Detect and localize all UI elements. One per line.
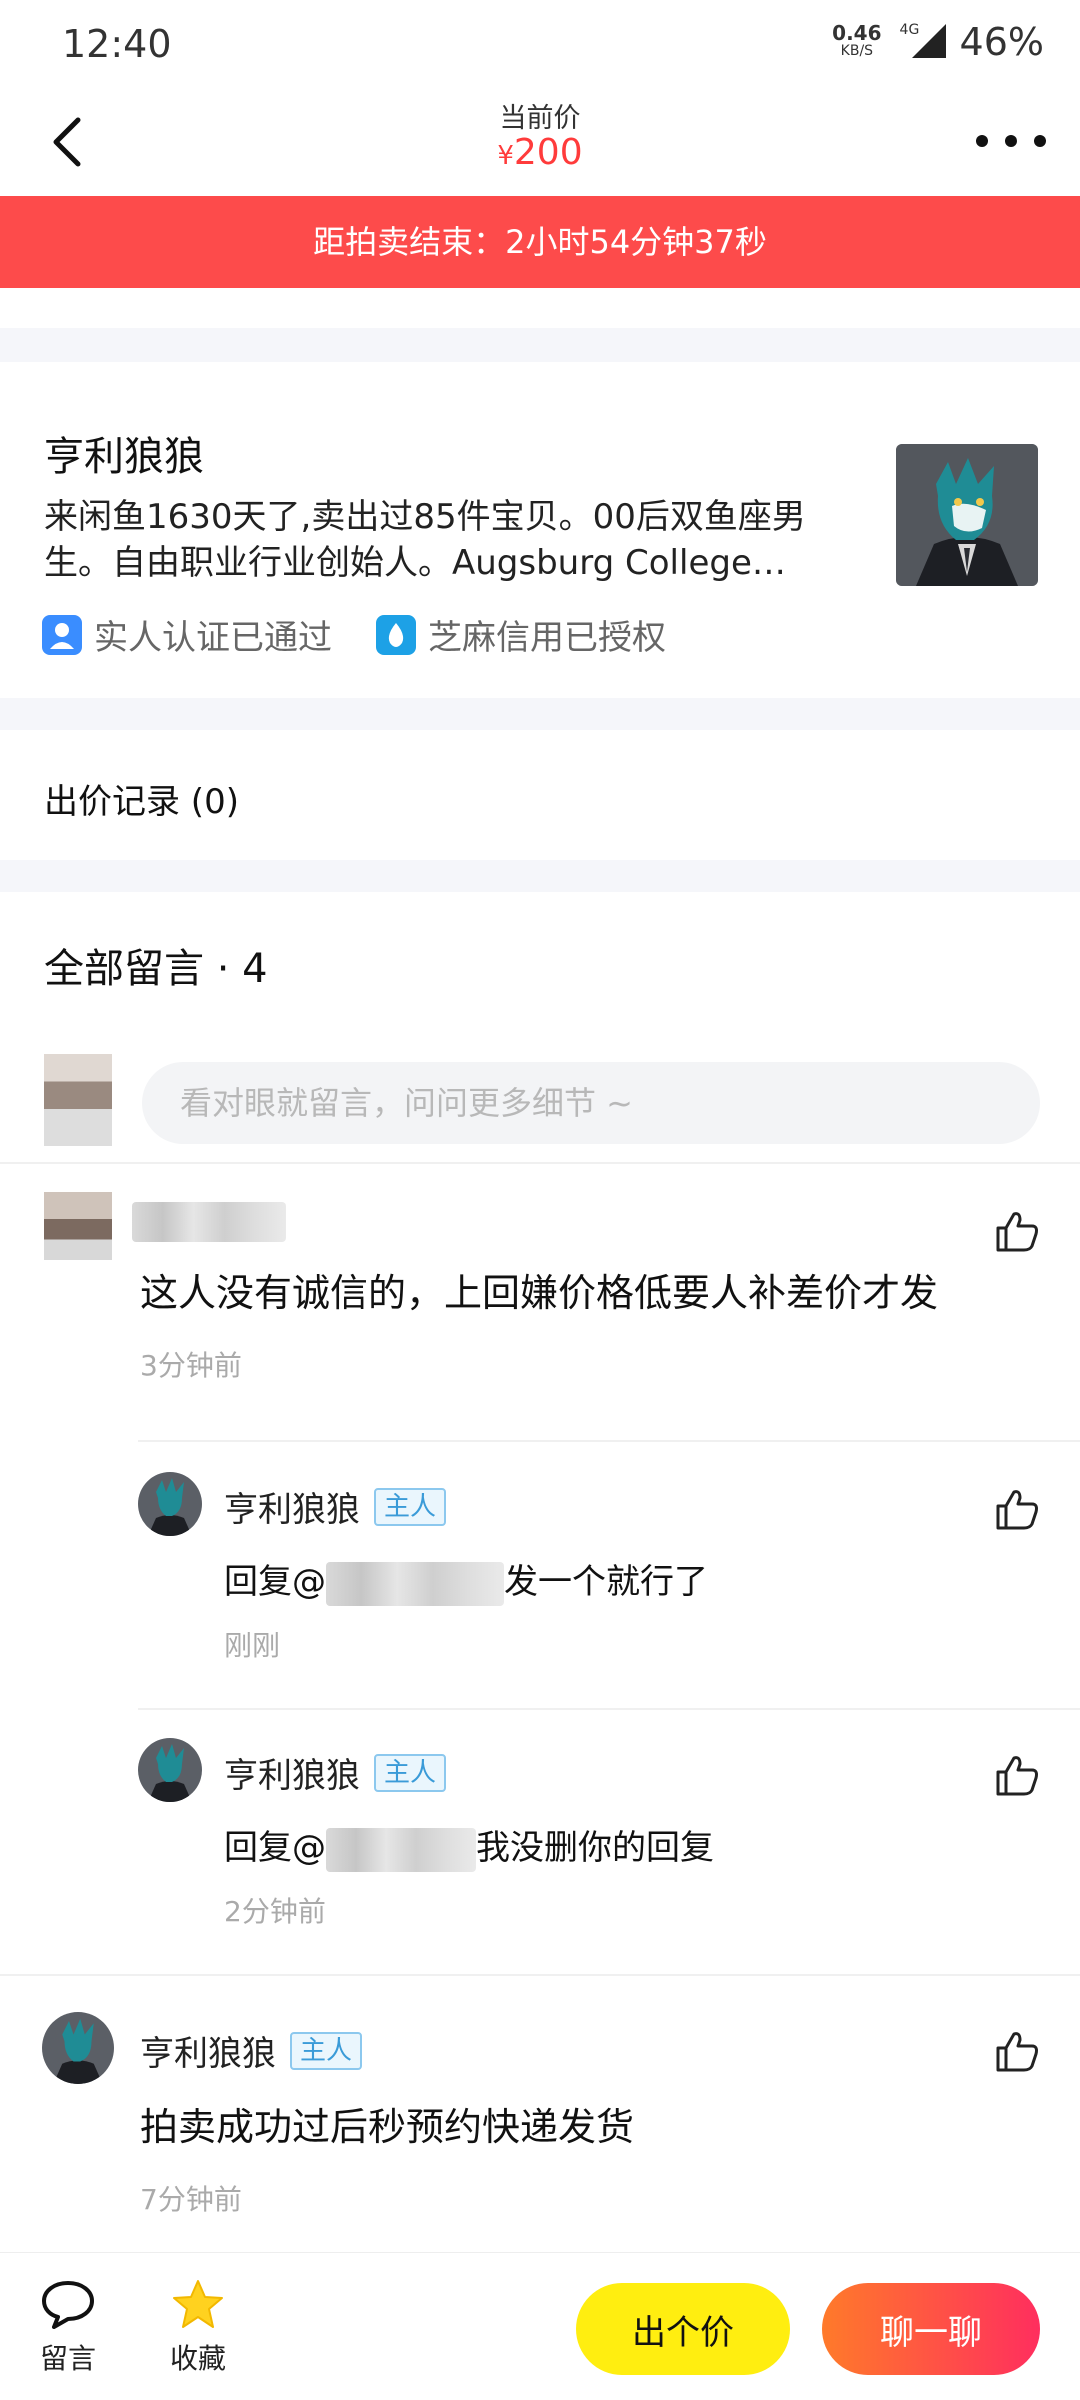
replier-name-label: 亨利狼狼 [224, 1490, 360, 1530]
chat-bubble-icon [42, 2281, 94, 2329]
status-time: 12:40 [62, 22, 172, 66]
section-gap [0, 860, 1080, 892]
divider [138, 1440, 1080, 1442]
current-price: ¥200 [0, 132, 1080, 173]
user-avatar [44, 1054, 112, 1146]
battery-level: 46% [959, 20, 1044, 64]
bid-records-row[interactable]: 出价记录 (0) [0, 730, 1080, 860]
badge-real-name-label: 实人认证已通过 [94, 618, 332, 658]
comment-item: 亨利狼狼 主人 拍卖成功过后秒预约快递发货 7分钟前 [0, 2012, 1080, 2216]
comment-item: 这人没有诚信的，上回嫌价格低要人补差价才发 3分钟前 [0, 1192, 1080, 1382]
comment-input[interactable] [142, 1062, 1040, 1144]
currency-symbol: ¥ [497, 141, 514, 171]
reply-body: 发一个就行了 [504, 1562, 708, 1602]
divider [138, 1708, 1080, 1710]
seller-description: 来闲鱼1630天了,卖出过85件宝贝。00后双鱼座男生。自由职业行业创始人。Au… [44, 497, 806, 583]
header: 当前价 ¥200 [0, 90, 1080, 196]
like-thumb-icon[interactable] [994, 2028, 1040, 2074]
reply-time: 2分钟前 [224, 1895, 326, 1928]
badge-real-name[interactable]: 实人认证已通过 [42, 610, 332, 659]
section-gap [0, 698, 1080, 730]
replier-name: 亨利狼狼 主人 [224, 1748, 447, 1797]
reply-text: 回复@ 我没删你的回复 [224, 1820, 714, 1872]
star-icon [173, 2280, 223, 2328]
seller-name: 亨利狼狼 [44, 434, 204, 480]
commenter-name: 亨利狼狼 主人 [140, 2026, 363, 2075]
reply-prefix: 回复@ [224, 1828, 326, 1868]
comment-tab[interactable]: 留言 [40, 2279, 96, 2377]
bid-records-label: 出价记录 (0) [44, 782, 239, 822]
commenter-avatar[interactable] [44, 1192, 112, 1260]
owner-tag: 主人 [374, 1753, 447, 1792]
reply-prefix: 回复@ [224, 1562, 326, 1602]
like-thumb-icon[interactable] [994, 1486, 1040, 1532]
seller-avatar-small[interactable] [138, 1738, 202, 1802]
commenter-name-label: 亨利狼狼 [140, 2034, 276, 2074]
reply-body: 我没删你的回复 [476, 1828, 714, 1868]
comment-tab-label: 留言 [40, 2342, 97, 2375]
reply-time: 刚刚 [224, 1629, 281, 1662]
like-thumb-icon[interactable] [994, 1752, 1040, 1798]
more-options-icon[interactable] [976, 126, 1046, 156]
reply-item: 亨利狼狼 主人 回复@ 发一个就行了 刚刚 [0, 1472, 1080, 1692]
comment-text: 这人没有诚信的，上回嫌价格低要人补差价才发 [140, 1271, 939, 1315]
sesame-credit-icon [376, 614, 416, 655]
like-thumb-icon[interactable] [994, 1208, 1040, 1254]
commenter-name-blurred [132, 1202, 286, 1242]
seller-avatar[interactable] [896, 444, 1038, 586]
section-gap [0, 288, 1080, 362]
divider [0, 1974, 1080, 1976]
status-indicators: 0.46 KB/S 4G 46% [832, 20, 1044, 64]
seller-avatar-small[interactable] [138, 1472, 202, 1536]
seller-badges: 实人认证已通过 芝麻信用已授权 [42, 610, 666, 659]
owner-tag: 主人 [290, 2031, 363, 2070]
seller-avatar-small[interactable] [42, 2012, 114, 2084]
replier-name: 亨利狼狼 主人 [224, 1482, 447, 1531]
signal-icon: 4G [896, 22, 946, 62]
comments-section: 全部留言 · 4 这人没有诚信的，上回嫌价格低要人补差价才发 3分钟前 亨利狼狼… [0, 892, 1080, 2252]
network-speed: 0.46 KB/S [832, 23, 881, 60]
comment-input-row [0, 1042, 1080, 1162]
divider [0, 1162, 1080, 1164]
badge-sesame-credit[interactable]: 芝麻信用已授权 [376, 610, 666, 659]
reply-text: 回复@ 发一个就行了 [224, 1554, 708, 1606]
seller-card[interactable]: 亨利狼狼 来闲鱼1630天了,卖出过85件宝贝。00后双鱼座男生。自由职业行业创… [0, 362, 1080, 698]
comment-time: 3分钟前 [140, 1349, 242, 1382]
page-title: 当前价 [499, 103, 581, 134]
comments-title: 全部留言 · 4 [44, 946, 268, 992]
favorite-tab-label: 收藏 [170, 2342, 227, 2375]
chat-button[interactable]: 聊一聊 [822, 2283, 1040, 2375]
auction-countdown-banner: 距拍卖结束：2小时54分钟37秒 [0, 196, 1080, 288]
price-value: 200 [513, 132, 583, 173]
bottom-action-bar: 留言 收藏 出个价 聊一聊 [0, 2252, 1080, 2400]
replier-name-label: 亨利狼狼 [224, 1756, 360, 1796]
favorite-tab[interactable]: 收藏 [170, 2279, 226, 2377]
owner-tag: 主人 [374, 1487, 447, 1526]
place-bid-button[interactable]: 出个价 [576, 2283, 790, 2375]
comment-text: 拍卖成功过后秒预约快递发货 [140, 2105, 635, 2149]
reply-item: 亨利狼狼 主人 回复@ 我没删你的回复 2分钟前 [0, 1738, 1080, 1938]
person-verified-icon [42, 614, 82, 655]
badge-sesame-credit-label: 芝麻信用已授权 [428, 618, 666, 658]
comment-time: 7分钟前 [140, 2183, 242, 2216]
status-bar: 12:40 0.46 KB/S 4G 46% [0, 0, 1080, 90]
